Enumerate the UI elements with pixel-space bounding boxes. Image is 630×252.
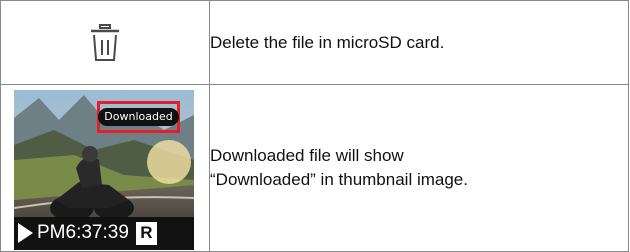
- feature-table: Delete the file in microSD card. Downloa…: [0, 0, 629, 252]
- description-line: “Downloaded” in thumbnail image.: [210, 170, 468, 189]
- video-thumbnail: Downloaded PM6:37:39 R: [14, 89, 194, 250]
- recording-time: PM6:37:39: [37, 222, 129, 243]
- table-row: Downloaded PM6:37:39 R Downloaded file w…: [0, 84, 629, 252]
- description-cell: Downloaded file will show “Downloaded” i…: [209, 84, 629, 252]
- recording-tag: R: [135, 221, 157, 245]
- icon-cell: [0, 0, 210, 85]
- thumbnail-cell: Downloaded PM6:37:39 R: [0, 84, 210, 252]
- description-line: Downloaded file will show: [210, 146, 404, 165]
- table-row: Delete the file in microSD card.: [0, 0, 629, 85]
- play-icon[interactable]: [18, 223, 33, 243]
- description-cell: Delete the file in microSD card.: [209, 0, 629, 85]
- downloaded-highlight: Downloaded: [97, 100, 180, 133]
- playback-bar: PM6:37:39 R: [14, 216, 194, 250]
- trash-icon: [91, 23, 119, 61]
- description-text: Delete the file in microSD card.: [210, 32, 445, 52]
- downloaded-badge: Downloaded: [98, 107, 179, 126]
